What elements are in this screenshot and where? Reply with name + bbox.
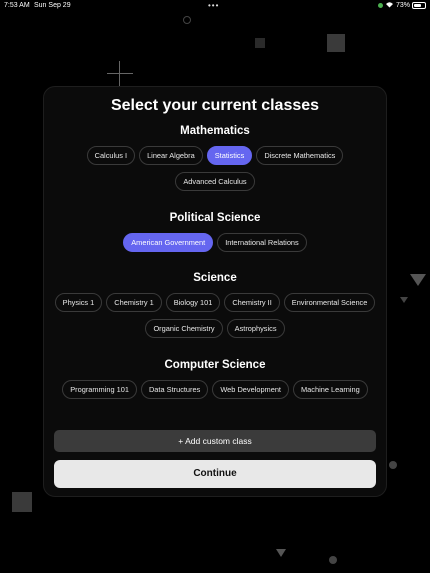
add-custom-class-button[interactable]: + Add custom class bbox=[54, 430, 376, 452]
class-selection-card: Select your current classes Mathematics C… bbox=[43, 86, 387, 497]
class-chip[interactable]: Astrophysics bbox=[226, 319, 285, 338]
class-chip[interactable]: Discrete Mathematics bbox=[256, 146, 344, 165]
class-chip[interactable]: Biology 101 bbox=[165, 293, 221, 312]
class-chip[interactable]: Environmental Science bbox=[283, 293, 376, 312]
class-chip[interactable]: Chemistry II bbox=[224, 293, 280, 312]
class-chip[interactable]: Calculus I bbox=[86, 146, 136, 165]
class-chip[interactable]: Linear Algebra bbox=[139, 146, 203, 165]
class-chip[interactable]: Machine Learning bbox=[293, 380, 368, 399]
class-chip[interactable]: International Relations bbox=[217, 233, 307, 252]
section-heading: Science bbox=[193, 272, 237, 284]
class-chip[interactable]: Data Structures bbox=[140, 380, 209, 399]
section-heading: Computer Science bbox=[164, 359, 266, 371]
class-chip[interactable]: Web Development bbox=[212, 380, 289, 399]
class-chip[interactable]: Programming 101 bbox=[62, 380, 137, 399]
class-chip[interactable]: American Government bbox=[123, 233, 214, 252]
continue-button[interactable]: Continue bbox=[54, 460, 376, 488]
class-chip[interactable]: Chemistry 1 bbox=[106, 293, 162, 312]
class-chip[interactable]: Statistics bbox=[206, 146, 253, 165]
class-chip[interactable]: Physics 1 bbox=[54, 293, 103, 312]
class-chip[interactable]: Advanced Calculus bbox=[175, 172, 255, 191]
section-computer-science: Computer Science Programming 101 Data Stru… bbox=[44, 359, 386, 399]
section-heading: Mathematics bbox=[180, 125, 250, 137]
chip-group: Physics 1 Chemistry 1 Biology 101 Chemistry… bbox=[44, 293, 386, 338]
section-mathematics: Mathematics Calculus I Linear Algebra Stati… bbox=[44, 125, 386, 191]
section-heading: Political Science bbox=[169, 212, 261, 224]
classes-scroll-area[interactable]: Mathematics Calculus I Linear Algebra Stati… bbox=[44, 125, 386, 425]
chip-group: Calculus I Linear Algebra Statistics Discre… bbox=[44, 146, 386, 191]
class-chip[interactable]: Organic Chemistry bbox=[145, 319, 223, 338]
page-title: Select your current classes bbox=[110, 97, 320, 114]
section-political-science: Political Science American Government Inte… bbox=[44, 212, 386, 252]
chip-group: Programming 101 Data Structures Web Develo… bbox=[44, 380, 386, 399]
section-science: Science Physics 1 Chemistry 1 Biology 101 Ch… bbox=[44, 272, 386, 338]
scroll-fade bbox=[44, 402, 386, 430]
chip-group: American Government International Relatio… bbox=[44, 233, 386, 252]
